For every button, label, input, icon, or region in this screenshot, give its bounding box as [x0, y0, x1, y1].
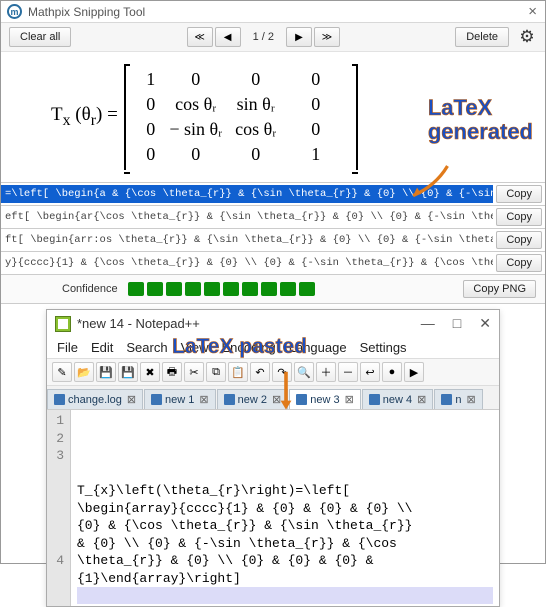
confidence-cell	[147, 282, 163, 296]
nav-first-button[interactable]: ≪	[187, 27, 213, 47]
confidence-cell	[242, 282, 258, 296]
mathpix-toolbar: Clear all ≪ ◀ 1 / 2 ▶ ≫ Delete ⚙	[1, 23, 545, 52]
confidence-cell	[280, 282, 296, 296]
close-icon[interactable]: ✕	[479, 315, 491, 332]
confidence-cell	[185, 282, 201, 296]
confidence-cell	[204, 282, 220, 296]
tab[interactable]: change.log ⊠	[47, 389, 143, 409]
code-area[interactable]: T_{x}\left(\theta_{r}\right)=\left[ \beg…	[71, 410, 499, 606]
close-icon[interactable]: ×	[528, 3, 537, 20]
copy-png-button[interactable]: Copy PNG	[463, 280, 536, 298]
latex-text[interactable]: ft[ \begin{arr:os \theta_{r}} & {\sin \t…	[1, 231, 493, 249]
maximize-icon[interactable]: □	[453, 315, 461, 332]
mathpix-window: m Mathpix Snipping Tool × Clear all ≪ ◀ …	[1, 1, 545, 304]
tab-label: change.log	[68, 394, 122, 406]
equation-lhs: Tx (θr) =	[51, 104, 118, 130]
delete-button[interactable]: Delete	[455, 27, 509, 47]
notepadpp-editor: 123 4 T_{x}\left(\theta_{r}\right)=\left…	[47, 410, 499, 606]
confidence-label: Confidence	[62, 283, 118, 295]
play-icon[interactable]: ▶	[404, 362, 424, 382]
undo-icon[interactable]: ↶	[250, 362, 270, 382]
arrow-icon	[400, 162, 455, 202]
gear-icon[interactable]: ⚙	[517, 27, 537, 47]
page-nav: ≪ ◀ 1 / 2 ▶ ≫	[187, 27, 340, 47]
zoom-out-icon[interactable]: －	[338, 362, 358, 382]
latex-row: ft[ \begin{arr:os \theta_{r}} & {\sin \t…	[1, 228, 545, 251]
print-icon[interactable]: 🖶	[162, 362, 182, 382]
notepadpp-logo-icon	[55, 316, 71, 332]
equation-matrix: 10000cos θᵣsin θᵣ00− sin θᵣcos θᵣ00001	[124, 64, 358, 170]
latex-row: =\left[ \begin{a & {\cos \theta_{r}} & {…	[1, 182, 545, 205]
tab-close-icon[interactable]: ⊠	[345, 393, 354, 406]
paste-icon[interactable]: 📋	[228, 362, 248, 382]
clear-all-button[interactable]: Clear all	[9, 27, 71, 47]
zoom-in-icon[interactable]: ＋	[316, 362, 336, 382]
tab-close-icon[interactable]: ⊠	[417, 393, 426, 406]
copy-button[interactable]: Copy	[496, 185, 542, 203]
menu-item[interactable]: Search	[126, 340, 167, 355]
annotation-latex-generated: LaTeXgenerated	[428, 96, 533, 144]
mathpix-footer: Confidence Copy PNG	[1, 274, 545, 303]
tab-close-icon[interactable]: ⊠	[199, 393, 208, 406]
file-icon	[441, 394, 452, 405]
tab[interactable]: new 1 ⊠	[144, 389, 216, 409]
tab-label: new 4	[383, 394, 412, 406]
equation-preview: Tx (θr) = 10000cos θᵣsin θᵣ00− sin θᵣcos…	[1, 52, 545, 182]
tab-label: n	[455, 394, 461, 406]
latex-output-rows: =\left[ \begin{a & {\cos \theta_{r}} & {…	[1, 182, 545, 274]
latex-text[interactable]: y}{cccc}{1} & {\cos \theta_{r}} & {0} \\…	[1, 254, 493, 272]
confidence-cell	[299, 282, 315, 296]
menu-item[interactable]: Edit	[91, 340, 113, 355]
mathpix-titlebar: m Mathpix Snipping Tool ×	[1, 1, 545, 23]
line-gutter: 123 4	[47, 410, 71, 606]
notepadpp-titlebar: *new 14 - Notepad++ — □ ✕	[47, 310, 499, 337]
tab-close-icon[interactable]: ⊠	[127, 393, 136, 406]
tab-label: new 3	[310, 394, 339, 406]
copy-icon[interactable]: ⧉	[206, 362, 226, 382]
menu-item[interactable]: Settings	[360, 340, 407, 355]
nav-last-button[interactable]: ≫	[314, 27, 340, 47]
confidence-cell	[261, 282, 277, 296]
tab[interactable]: new 4 ⊠	[362, 389, 434, 409]
latex-row: eft[ \begin{ar{\cos \theta_{r}} & {\sin …	[1, 205, 545, 228]
cut-icon[interactable]: ✂	[184, 362, 204, 382]
confidence-cell	[128, 282, 144, 296]
annotation-latex-pasted: LaTeX pasted	[172, 335, 307, 359]
mathpix-logo-icon: m	[7, 4, 22, 19]
nav-prev-button[interactable]: ◀	[215, 27, 241, 47]
copy-button[interactable]: Copy	[496, 208, 542, 226]
file-icon	[54, 394, 65, 405]
file-icon	[224, 394, 235, 405]
confidence-cell	[166, 282, 182, 296]
new-file-icon[interactable]: ✎	[52, 362, 72, 382]
nav-next-button[interactable]: ▶	[286, 27, 312, 47]
close-file-icon[interactable]: ✖	[140, 362, 160, 382]
file-icon	[151, 394, 162, 405]
page-label: 1 / 2	[243, 31, 284, 43]
confidence-bar	[128, 282, 315, 296]
latex-row: y}{cccc}{1} & {\cos \theta_{r}} & {0} \\…	[1, 251, 545, 274]
tab-label: new 1	[165, 394, 194, 406]
confidence-cell	[223, 282, 239, 296]
menu-item[interactable]: File	[57, 340, 78, 355]
record-icon[interactable]: ●	[382, 362, 402, 382]
tab-close-icon[interactable]: ⊠	[466, 393, 475, 406]
tab[interactable]: n⊠	[434, 389, 482, 409]
notepadpp-title: *new 14 - Notepad++	[77, 316, 200, 331]
notepadpp-window: *new 14 - Notepad++ — □ ✕ File Edit Search…	[46, 309, 500, 607]
copy-button[interactable]: Copy	[496, 231, 542, 249]
save-all-icon[interactable]: 💾	[118, 362, 138, 382]
file-icon	[369, 394, 380, 405]
minimize-icon[interactable]: —	[421, 315, 435, 332]
latex-text[interactable]: eft[ \begin{ar{\cos \theta_{r}} & {\sin …	[1, 208, 493, 226]
wrap-icon[interactable]: ↩	[360, 362, 380, 382]
arrow-icon	[271, 370, 301, 415]
save-icon[interactable]: 💾	[96, 362, 116, 382]
mathpix-title: Mathpix Snipping Tool	[28, 5, 145, 19]
open-file-icon[interactable]: 📂	[74, 362, 94, 382]
tab-label: new 2	[238, 394, 267, 406]
copy-button[interactable]: Copy	[496, 254, 542, 272]
